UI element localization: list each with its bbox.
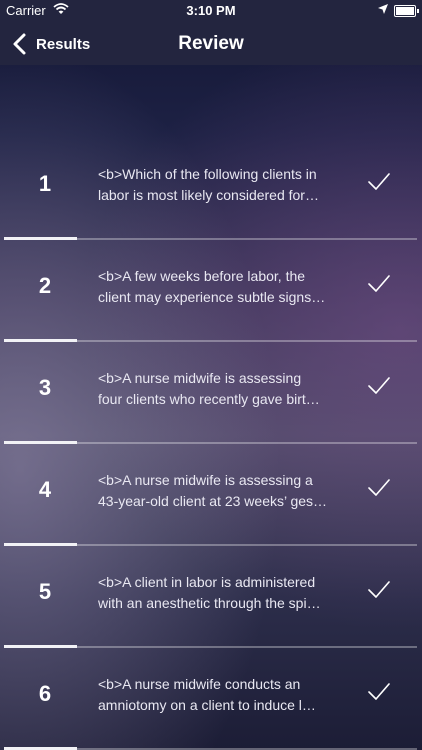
question-number: 2 — [38, 273, 52, 298]
battery-icon — [394, 5, 419, 17]
checkmark-icon — [368, 377, 390, 394]
question-text: <b>A client in labor is administered wit… — [98, 572, 343, 614]
status-time: 3:10 PM — [186, 3, 236, 18]
checkmark-icon — [368, 275, 390, 292]
question-text: <b>A nurse midwife is assessing four cli… — [98, 368, 343, 410]
question-text-line: <b>A client in labor is administered — [98, 574, 316, 590]
question-text: <b>Which of the following clients in lab… — [98, 164, 343, 206]
question-text-line: <b>A nurse midwife is assessing a — [98, 472, 313, 488]
status-bar: Carrier 3:10 PM — [0, 0, 422, 22]
question-number: 4 — [38, 477, 52, 502]
question-number: 6 — [38, 681, 52, 706]
question-list: 1 <b>Which of the following clients in l… — [0, 131, 422, 750]
question-text-line: amniotomy on a client to induce l… — [98, 697, 316, 713]
question-row[interactable]: 2 <b>A few weeks before labor, the clien… — [0, 233, 422, 342]
page-title: Review — [178, 33, 244, 54]
question-text-line: client may experience subtle signs… — [98, 289, 326, 305]
question-text-line: labor is most likely considered for… — [98, 187, 319, 203]
navigation-bar: Results Review — [0, 22, 422, 65]
checkmark-icon — [368, 683, 390, 700]
question-text-line: four clients who recently gave birt… — [98, 391, 320, 407]
question-text: <b>A few weeks before labor, the client … — [98, 266, 343, 308]
question-text-line: <b>A nurse midwife conducts an — [98, 676, 301, 692]
checkmark-icon — [368, 581, 390, 598]
question-text-line: <b>A nurse midwife is assessing — [98, 370, 302, 386]
question-number: 1 — [38, 171, 52, 196]
question-row[interactable]: 1 <b>Which of the following clients in l… — [0, 131, 422, 240]
question-text-line: 43-year-old client at 23 weeks’ ges… — [98, 493, 328, 509]
question-text: <b>A nurse midwife is assessing a 43-yea… — [98, 470, 343, 512]
question-number: 3 — [38, 375, 52, 400]
question-row[interactable]: 3 <b>A nurse midwife is assessing four c… — [0, 335, 422, 444]
question-text-line: <b>Which of the following clients in — [98, 166, 317, 182]
question-row[interactable]: 6 <b>A nurse midwife conducts an amnioto… — [0, 641, 422, 750]
checkmark-icon — [368, 479, 390, 496]
question-text-line: <b>A few weeks before labor, the — [98, 268, 306, 284]
question-text: <b>A nurse midwife conducts an amniotomy… — [98, 674, 343, 716]
checkmark-icon — [368, 173, 390, 190]
question-row[interactable]: 5 <b>A client in labor is administered w… — [0, 539, 422, 648]
location-arrow-icon — [378, 3, 388, 17]
question-text-line: with an anesthetic through the spi… — [98, 595, 321, 611]
question-row[interactable]: 4 <b>A nurse midwife is assessing a 43-y… — [0, 437, 422, 546]
question-number: 5 — [38, 579, 52, 604]
